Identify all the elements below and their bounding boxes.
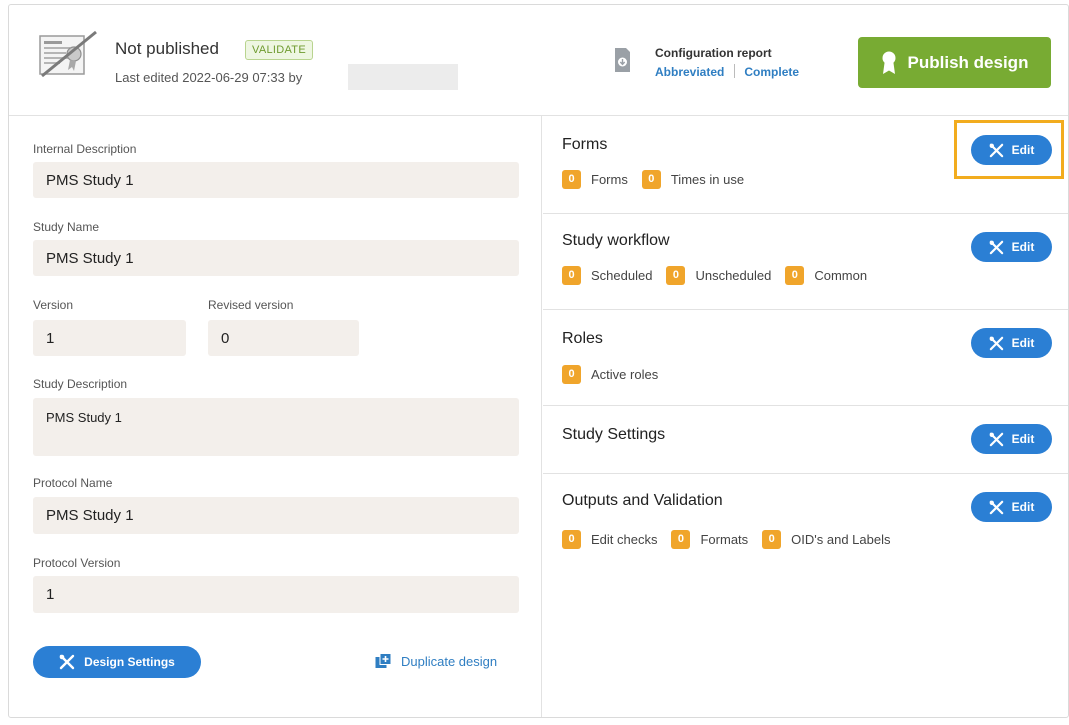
protocol-name-field[interactable]: PMS Study 1: [33, 497, 519, 534]
duplicate-icon: [375, 653, 392, 668]
complete-report-link[interactable]: Complete: [744, 65, 799, 79]
study-details-form: Internal Description PMS Study 1 Study N…: [9, 116, 542, 717]
edit-label: Edit: [1011, 240, 1035, 254]
last-edited-text: Last edited 2022-06-29 07:33 by: [115, 70, 303, 85]
count-label: Scheduled: [591, 268, 653, 283]
publish-design-button[interactable]: Publish design: [858, 37, 1051, 88]
count-badge: 0: [641, 170, 661, 189]
protocol-version-field[interactable]: 1: [33, 576, 519, 613]
section-title-study-settings: Study Settings: [562, 426, 666, 443]
section-title-roles: Roles: [562, 330, 603, 347]
count-badge: 0: [666, 266, 686, 285]
design-sections: Forms 0 Forms 0 Times in use Edit Study wo…: [543, 116, 1068, 717]
duplicate-design-label: Duplicate design: [401, 653, 498, 669]
tools-icon: [989, 500, 1003, 514]
link-divider: [734, 64, 736, 78]
revised-version-label: Revised version: [208, 298, 294, 312]
design-header: Not published VALIDATE Last edited 2022-…: [9, 5, 1068, 116]
count-label: Forms: [591, 172, 628, 187]
duplicate-design-link[interactable]: Duplicate design: [375, 653, 497, 669]
study-description-field[interactable]: PMS Study 1: [33, 398, 519, 456]
count-label: Formats: [700, 532, 749, 547]
edit-label: Edit: [1011, 336, 1035, 350]
certificate-icon: [39, 30, 97, 78]
count-unscheduled: 0 Unscheduled: [666, 266, 771, 285]
design-settings-label: Design Settings: [84, 655, 175, 669]
count-label: Unscheduled: [695, 268, 772, 283]
protocol-version-label: Protocol Version: [33, 556, 121, 570]
tools-icon: [989, 432, 1003, 446]
edit-label: Edit: [1011, 432, 1035, 446]
study-settings-section: Study Settings Edit: [543, 406, 1068, 474]
count-badge: 0: [562, 266, 581, 285]
protocol-name-label: Protocol Name: [33, 476, 113, 490]
outputs-validation-section: Outputs and Validation 0 Edit checks 0 For…: [543, 474, 1068, 574]
count-common: 0 Common: [785, 266, 867, 285]
study-workflow-edit-button[interactable]: Edit: [971, 232, 1052, 262]
count-label: Common: [814, 268, 868, 283]
count-oids-labels: 0 OID's and Labels: [762, 530, 890, 549]
section-title-study-workflow: Study workflow: [562, 232, 670, 249]
version-label: Version: [33, 298, 74, 312]
count-forms: 0 Forms: [562, 170, 628, 189]
forms-counts: 0 Forms 0 Times in use: [562, 170, 758, 189]
count-badge: 0: [562, 365, 581, 384]
study-workflow-section: Study workflow 0 Scheduled 0 Unscheduled 0…: [543, 214, 1068, 310]
count-scheduled: 0 Scheduled: [562, 266, 652, 285]
count-badge: 0: [671, 530, 691, 549]
count-badge: 0: [762, 530, 782, 549]
abbreviated-report-link[interactable]: Abbreviated: [655, 65, 724, 79]
forms-edit-button[interactable]: Edit: [971, 135, 1052, 165]
study-name-field[interactable]: PMS Study 1: [33, 240, 519, 276]
section-title-forms: Forms: [562, 136, 608, 153]
internal-description-label: Internal Description: [33, 142, 137, 156]
publish-status: Not published: [115, 39, 219, 58]
outputs-validation-edit-button[interactable]: Edit: [971, 492, 1052, 522]
revised-version-field[interactable]: 0: [208, 320, 359, 356]
award-ribbon-icon: [882, 51, 896, 74]
tools-icon: [989, 240, 1003, 254]
count-label: OID's and Labels: [791, 532, 891, 547]
tools-icon: [989, 143, 1003, 157]
count-badge: 0: [562, 170, 581, 189]
roles-section: Roles 0 Active roles Edit: [543, 310, 1068, 406]
section-title-outputs-validation: Outputs and Validation: [562, 492, 723, 509]
count-label: Times in use: [670, 172, 745, 187]
tools-icon: [989, 336, 1003, 350]
publish-design-label: Publish design: [907, 52, 1029, 72]
forms-section: Forms 0 Forms 0 Times in use Edit: [543, 116, 1068, 214]
design-settings-button[interactable]: Design Settings: [33, 646, 201, 678]
study-settings-edit-button[interactable]: Edit: [971, 424, 1052, 454]
study-name-label: Study Name: [33, 220, 100, 234]
internal-description-field[interactable]: PMS Study 1: [33, 162, 519, 198]
edit-label: Edit: [1011, 143, 1035, 157]
validate-button[interactable]: VALIDATE: [245, 40, 313, 60]
roles-edit-button[interactable]: Edit: [971, 328, 1052, 358]
study-description-label: Study Description: [33, 377, 128, 391]
outputs-counts: 0 Edit checks 0 Formats 0 OID's and Labels: [562, 530, 904, 549]
configuration-report-links: Abbreviated Complete: [655, 64, 799, 79]
roles-counts: 0 Active roles: [562, 365, 672, 384]
tools-icon: [59, 654, 75, 670]
count-badge: 0: [562, 530, 581, 549]
count-active-roles: 0 Active roles: [562, 365, 658, 384]
workflow-counts: 0 Scheduled 0 Unscheduled 0 Common: [562, 266, 881, 285]
study-design-panel: Not published VALIDATE Last edited 2022-…: [8, 4, 1069, 718]
configuration-report-title: Configuration report: [655, 46, 772, 60]
report-download-icon[interactable]: [614, 47, 631, 73]
version-field[interactable]: 1: [33, 320, 186, 356]
redacted-user: [348, 64, 458, 90]
edit-label: Edit: [1011, 500, 1035, 514]
count-formats: 0 Formats: [671, 530, 748, 549]
count-label: Edit checks: [591, 532, 658, 547]
count-times-in-use: 0 Times in use: [641, 170, 745, 189]
count-badge: 0: [785, 266, 805, 285]
count-edit-checks: 0 Edit checks: [562, 530, 657, 549]
count-label: Active roles: [591, 367, 659, 382]
